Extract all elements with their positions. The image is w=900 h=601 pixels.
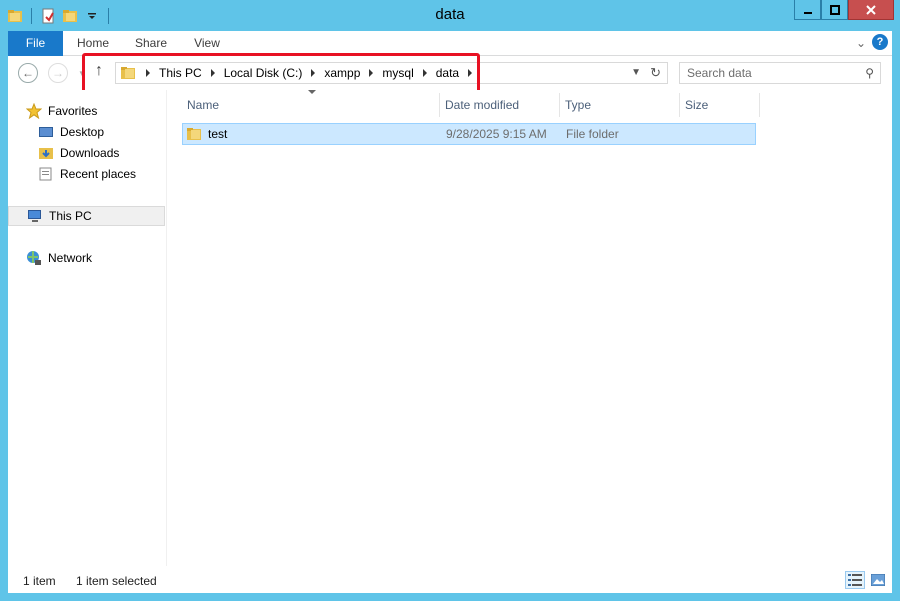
folder-icon [186, 126, 202, 142]
column-header-name[interactable]: Name [182, 93, 440, 117]
breadcrumb-chevron-icon[interactable] [146, 69, 150, 77]
minimize-button[interactable] [794, 0, 821, 20]
column-header-size[interactable]: Size [680, 93, 760, 117]
search-input[interactable] [680, 63, 850, 83]
table-row[interactable]: test 9/28/2025 9:15 AM File folder [182, 123, 756, 145]
item-count: 1 item [23, 574, 56, 588]
column-header-type[interactable]: Type [560, 93, 680, 117]
navigation-pane: Favorites Desktop Downloads Recent place… [8, 90, 167, 566]
nav-item-label: Recent places [60, 167, 137, 181]
nav-item-label: Network [48, 251, 93, 265]
window-title: data [435, 6, 465, 23]
nav-item-label: Desktop [60, 125, 105, 139]
breadcrumb: This PC Local Disk (C:) xampp mysql data [120, 63, 478, 83]
nav-item-recent-places[interactable]: Recent places [38, 164, 136, 184]
folder-icon [120, 65, 136, 81]
breadcrumb-chevron-icon[interactable] [468, 69, 473, 77]
help-icon[interactable]: ? [872, 34, 888, 50]
forward-button[interactable]: → [48, 63, 68, 83]
tab-home[interactable]: Home [70, 31, 116, 56]
breadcrumb-mysql[interactable]: mysql [379, 66, 416, 80]
file-date-modified: 9/28/2025 9:15 AM [446, 127, 547, 141]
back-arrow-icon: ← [22, 66, 34, 80]
address-row: ← → ▼ ↑ This PC Local Disk (C:) xampp my… [8, 56, 892, 90]
breadcrumb-data[interactable]: data [433, 66, 462, 80]
nav-item-downloads[interactable]: Downloads [38, 143, 119, 163]
nav-item-this-pc[interactable]: This PC [8, 206, 165, 226]
column-headers: Name Date modified Type Size [182, 93, 760, 117]
address-bar[interactable]: This PC Local Disk (C:) xampp mysql data… [115, 62, 668, 84]
search-box: ⚲ [679, 62, 881, 84]
status-bar: 1 item 1 item selected [8, 566, 892, 593]
breadcrumb-chevron-icon[interactable] [210, 69, 215, 77]
file-name: test [208, 127, 228, 141]
file-name-cell: test [183, 126, 442, 142]
large-icons-view-button[interactable] [868, 571, 888, 589]
maximize-button[interactable] [821, 0, 848, 20]
address-dropdown-icon[interactable]: ▼ [631, 67, 641, 78]
downloads-folder-icon [38, 145, 54, 161]
search-icon[interactable]: ⚲ [865, 66, 874, 80]
nav-item-label: This PC [49, 209, 92, 223]
up-button[interactable]: ↑ [95, 62, 103, 80]
explorer-window: data File Home Share View ⌄ ? ← → ▼ ↑ Th… [0, 0, 900, 601]
selection-count: 1 item selected [76, 574, 157, 588]
large-icons-view-icon [871, 574, 885, 586]
tab-file[interactable]: File [8, 31, 63, 56]
breadcrumb-xampp[interactable]: xampp [321, 66, 363, 80]
nav-item-label: Favorites [48, 104, 98, 118]
file-type: File folder [566, 127, 619, 141]
refresh-icon[interactable]: ↻ [650, 65, 661, 81]
window-controls [794, 0, 894, 20]
column-header-date-modified[interactable]: Date modified [440, 93, 560, 117]
back-button[interactable]: ← [18, 63, 38, 83]
breadcrumb-chevron-icon[interactable] [311, 69, 316, 77]
nav-item-desktop[interactable]: Desktop [38, 122, 104, 142]
expand-ribbon-icon[interactable]: ⌄ [856, 36, 866, 50]
breadcrumb-local-disk[interactable]: Local Disk (C:) [221, 66, 306, 80]
nav-item-label: Downloads [60, 146, 120, 160]
ribbon: File Home Share View ⌄ ? [8, 31, 892, 56]
computer-icon [27, 208, 43, 224]
recent-locations-dropdown-icon[interactable]: ▼ [78, 69, 86, 78]
title-bar: data [0, 0, 900, 31]
tab-share[interactable]: Share [128, 31, 174, 56]
file-list: Name Date modified Type Size test 9/28/2… [182, 90, 892, 566]
nav-item-network[interactable]: Network [26, 248, 92, 268]
sort-indicator-icon [308, 90, 316, 94]
tab-view[interactable]: View [184, 31, 230, 56]
breadcrumb-this-pc[interactable]: This PC [156, 66, 205, 80]
content-area: Favorites Desktop Downloads Recent place… [8, 90, 892, 566]
forward-arrow-icon: → [52, 66, 64, 80]
details-view-icon [848, 574, 862, 586]
nav-item-favorites[interactable]: Favorites [26, 101, 97, 121]
breadcrumb-chevron-icon[interactable] [369, 69, 374, 77]
details-view-button[interactable] [845, 571, 865, 589]
breadcrumb-chevron-icon[interactable] [422, 69, 427, 77]
star-icon [26, 103, 42, 119]
network-icon [26, 250, 42, 266]
recent-places-icon [38, 166, 54, 182]
desktop-icon [38, 124, 54, 140]
close-button[interactable] [848, 0, 894, 20]
